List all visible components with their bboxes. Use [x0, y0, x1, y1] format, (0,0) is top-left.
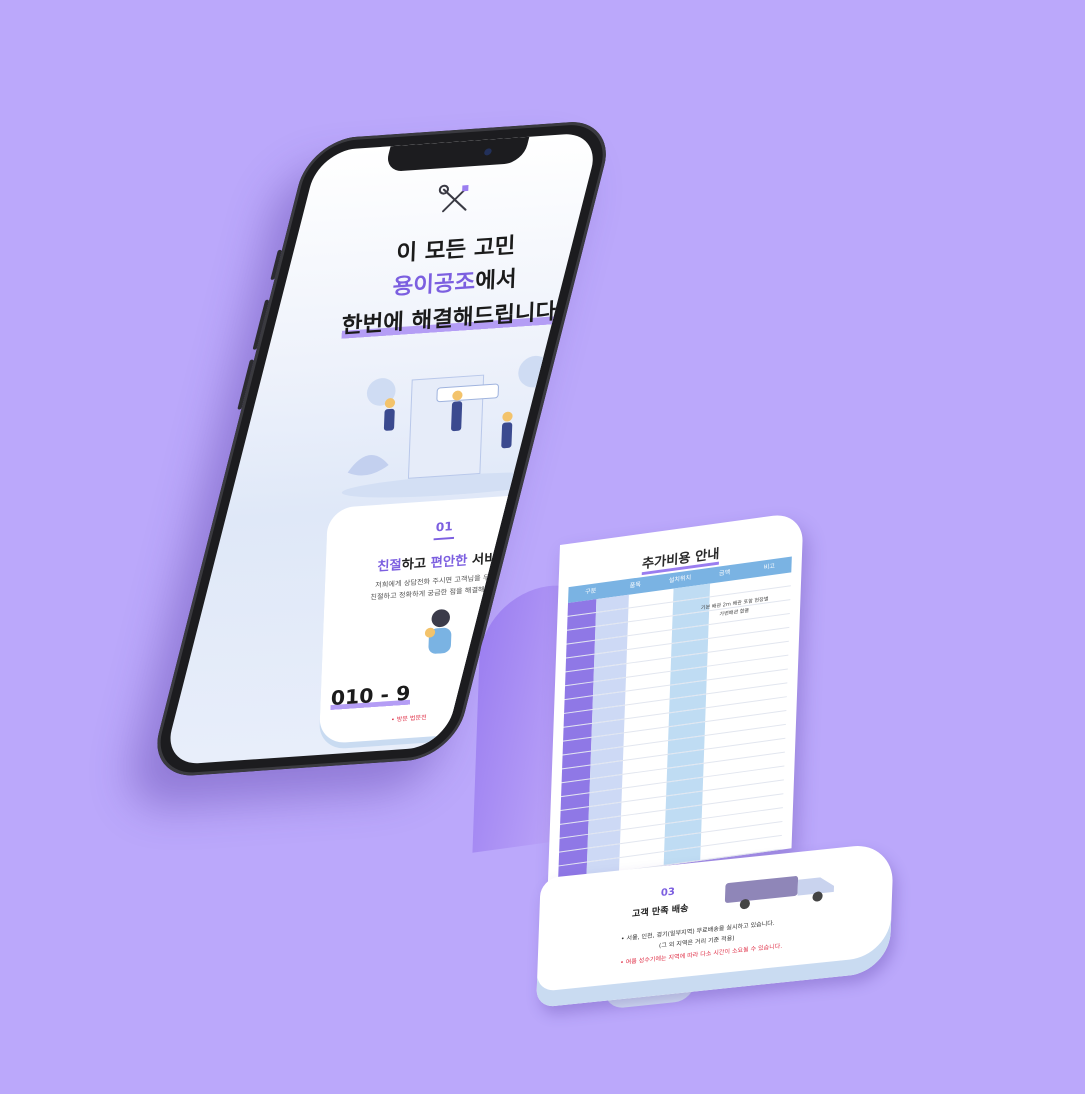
mute-switch: [270, 249, 283, 280]
technician-illustration: [341, 355, 567, 498]
support-agent-icon: [424, 609, 452, 654]
price-sheet: 추가비용 안내 구분 품목 설치위치 금액 비고 기본 배관 2m 배관 포함 …: [547, 511, 804, 882]
volume-down-button: [237, 359, 255, 410]
title-accent-1: 친절: [376, 558, 402, 575]
contact-phone-number[interactable]: 010 - 9: [330, 681, 410, 710]
headline-suffix: 에서: [474, 266, 517, 295]
wrench-screwdriver-icon: [438, 184, 469, 213]
card-title: 친절하고 편안한 서비스: [325, 543, 560, 578]
delivery-number: 03: [660, 886, 676, 899]
delivery-title: 고객 만족 배송: [631, 903, 689, 920]
visit-note: • 방문 법문전: [390, 714, 427, 724]
delivery-truck-icon: [724, 876, 835, 910]
mockup-stage: 이 모든 고민 용이공조에서 한번에 해결해드립니다. 01 친절하고 편안한 …: [0, 0, 1085, 1094]
brand-name: 용이공조: [392, 269, 476, 301]
title-accent-2: 편안한: [430, 553, 468, 571]
headline-highlight: 한번에 해결해드립니다.: [341, 298, 566, 339]
front-camera: [483, 148, 493, 156]
price-table-body: [558, 572, 792, 881]
card-divider: [433, 536, 455, 541]
title-end: 서비스: [467, 550, 509, 569]
title-mid: 하고: [401, 556, 431, 573]
volume-up-button: [252, 299, 270, 350]
